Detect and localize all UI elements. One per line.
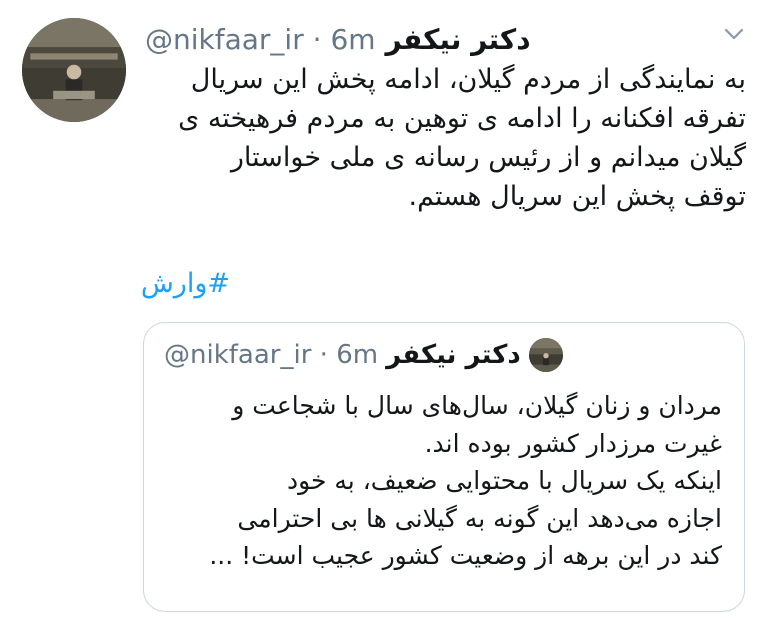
hashtag-link[interactable]: #وارش	[141, 268, 230, 299]
avatar-photo	[22, 18, 126, 122]
tweet-text-line: به نمایندگی از مردم گیلان، ادامه پخش این…	[190, 64, 746, 95]
quoted-text-line: مردان و زنان گیلان، سال‌های سال با شجاعت…	[232, 391, 722, 420]
tweet-text-line: تفرقه افکنانه را ادامه ی توهین به مردم ف…	[178, 103, 746, 134]
quoted-tweet-text: مردان و زنان گیلان، سال‌های سال با شجاعت…	[162, 387, 722, 575]
handle[interactable]: @nikfaar_ir	[145, 23, 304, 56]
quoted-avatar	[528, 338, 563, 372]
quoted-text-line: کند در این برهه از وضعیت کشور عجیب است! …	[209, 541, 722, 570]
quoted-text-line: اینکه یک سریال با محتوایی ضعیف، به خود	[286, 466, 722, 495]
quoted-handle-meta: @nikfaar_ir · 6m	[164, 340, 378, 370]
quoted-tweet-header: دکتر نیکفر @nikfaar_ir · 6m	[164, 337, 724, 373]
tweet: دکتر نیکفر @nikfaar_ir · 6m به نمایندگی …	[0, 0, 768, 624]
quoted-tweet-card[interactable]: دکتر نیکفر @nikfaar_ir · 6m مردان و زنان…	[143, 322, 745, 612]
quoted-text-line: غیرت مرزدار کشور بوده اند.	[424, 428, 722, 458]
tweet-text-line: گیلان میدانم و از رئیس رسانه ی ملی خواست…	[230, 142, 746, 173]
quoted-timestamp: 6m	[336, 340, 379, 370]
tweet-text: به نمایندگی از مردم گیلان، ادامه پخش این…	[156, 60, 746, 216]
separator: ·	[312, 22, 322, 56]
chevron-down-icon[interactable]	[724, 26, 744, 40]
quoted-text-line: اجازه می‌دهد این گونه به گیلانی ها بی اح…	[237, 503, 722, 533]
tweet-header: دکتر نیکفر @nikfaar_ir · 6m	[145, 20, 735, 58]
display-name[interactable]: دکتر نیکفر	[386, 23, 531, 56]
quoted-separator: ·	[319, 340, 328, 370]
handle-meta: @nikfaar_ir · 6m	[145, 23, 376, 56]
timestamp[interactable]: 6m	[330, 23, 375, 56]
avatar[interactable]	[22, 18, 126, 122]
quoted-display-name: دکتر نیکفر	[386, 340, 521, 370]
quoted-handle: @nikfaar_ir	[164, 340, 312, 370]
tweet-text-line: توقف پخش این سریال هستم.	[408, 181, 747, 212]
